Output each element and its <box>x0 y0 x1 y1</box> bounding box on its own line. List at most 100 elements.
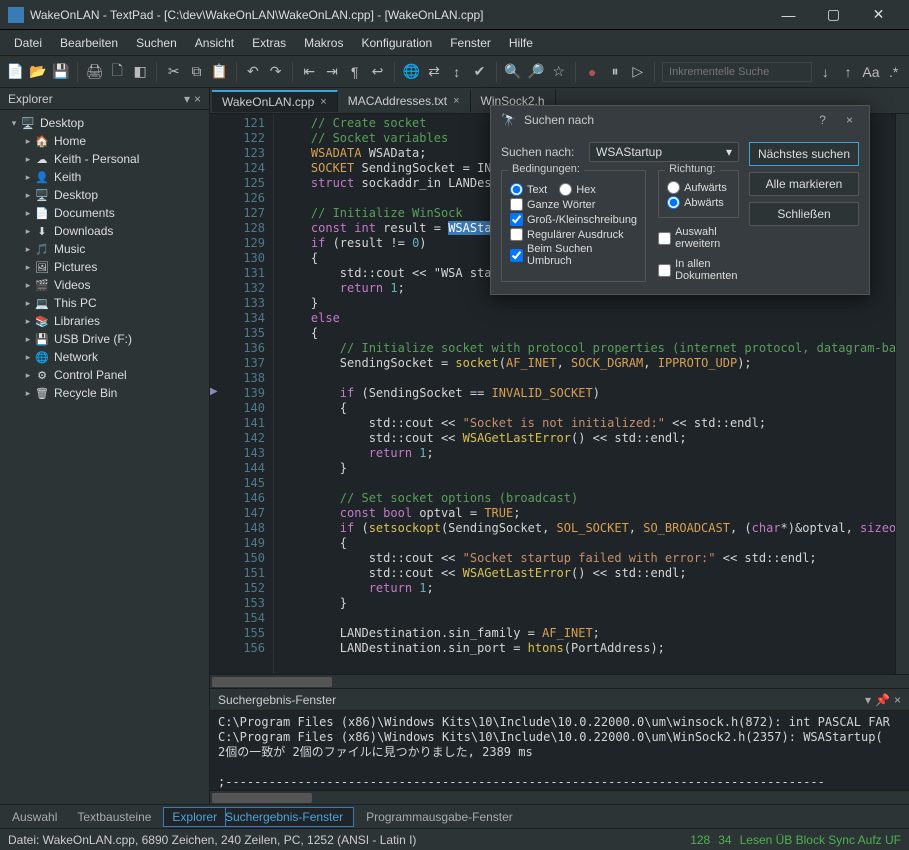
find-dialog: 🔭 Suchen nach ? × Suchen nach: WSAStartu… <box>490 105 870 295</box>
tree-item[interactable]: ▸🏠Home <box>0 132 209 150</box>
tab-wakeonlan[interactable]: WakeOnLAN.cpp × <box>212 90 338 112</box>
globe-icon[interactable]: 🌐 <box>402 61 421 83</box>
spell-icon[interactable]: ✔ <box>470 61 489 83</box>
menu-extras[interactable]: Extras <box>244 36 294 50</box>
explorer-menu-icon[interactable]: ▾ <box>184 92 190 106</box>
check-extend[interactable]: Auswahl erweitern <box>658 226 739 250</box>
tree-item[interactable]: ▸💾USB Drive (F:) <box>0 330 209 348</box>
menu-konfiguration[interactable]: Konfiguration <box>353 36 440 50</box>
case-toggle[interactable]: Aa <box>862 61 881 83</box>
dropdown-icon[interactable]: ▾ <box>726 145 732 159</box>
explorer-close-icon[interactable]: × <box>194 92 201 106</box>
menu-ansicht[interactable]: Ansicht <box>187 36 242 50</box>
toggle-icon[interactable]: ◧ <box>131 61 150 83</box>
incremental-search-input[interactable] <box>662 62 812 82</box>
check-case[interactable]: Groß-/Kleinschreibung <box>510 213 637 226</box>
window-close[interactable]: ✕ <box>856 1 901 29</box>
line-gutter: 121 122 123 124 125 126 127 128 129 130 … <box>224 114 274 674</box>
tree-item[interactable]: ▸💻This PC <box>0 294 209 312</box>
btab-textbausteine[interactable]: Textbausteine <box>69 808 159 826</box>
tab-label: MACAddresses.txt <box>348 94 447 108</box>
redo-icon[interactable]: ↷ <box>266 61 285 83</box>
status-indicators: Lesen ÜB Block Sync Aufz UF <box>740 833 901 847</box>
print-icon[interactable]: 🖨 <box>85 61 104 83</box>
btab-auswahl[interactable]: Auswahl <box>4 808 65 826</box>
tree-item[interactable]: ▸👤Keith <box>0 168 209 186</box>
radio-text[interactable]: Text <box>510 183 547 196</box>
tree-item[interactable]: ▸⚙Control Panel <box>0 366 209 384</box>
search-icon[interactable]: 🔍 <box>504 61 523 83</box>
tree-item[interactable]: ▸⬇Downloads <box>0 222 209 240</box>
menu-hilfe[interactable]: Hilfe <box>501 36 541 50</box>
indent-right-icon[interactable]: ⇥ <box>323 61 342 83</box>
copy-icon[interactable]: ⧉ <box>187 61 206 83</box>
explorer-tree[interactable]: ▾🖥️Desktop▸🏠Home▸☁Keith - Personal▸👤Keit… <box>0 110 209 828</box>
menu-bearbeiten[interactable]: Bearbeiten <box>52 36 126 50</box>
tree-item[interactable]: ▸🗑Recycle Bin <box>0 384 209 402</box>
tree-item[interactable]: ▸📚Libraries <box>0 312 209 330</box>
find-next-button[interactable]: Nächstes suchen <box>749 142 859 166</box>
menu-datei[interactable]: Datei <box>6 36 50 50</box>
check-regex[interactable]: Regulärer Ausdruck <box>510 228 637 241</box>
results-tab-output[interactable]: Programmausgabe-Fenster <box>356 808 523 826</box>
window-minimize[interactable]: — <box>766 1 811 29</box>
results-h-scroll[interactable] <box>210 790 909 804</box>
check-wrap[interactable]: Beim Suchen Umbruch <box>510 243 637 267</box>
dialog-close-icon[interactable]: × <box>840 113 859 127</box>
pilcrow-icon[interactable]: ¶ <box>345 61 364 83</box>
tree-item[interactable]: ▸🎬Videos <box>0 276 209 294</box>
tab-macaddresses[interactable]: MACAddresses.txt × <box>338 90 471 112</box>
mark-all-button[interactable]: Alle markieren <box>749 172 859 196</box>
btab-explorer[interactable]: Explorer <box>163 807 226 827</box>
radio-down[interactable]: Abwärts <box>667 196 730 209</box>
undo-icon[interactable]: ↶ <box>243 61 262 83</box>
indent-left-icon[interactable]: ⇤ <box>300 61 319 83</box>
cut-icon[interactable]: ✂ <box>164 61 183 83</box>
bookmark-icon[interactable]: ☆ <box>549 61 568 83</box>
check-alldocs[interactable]: In allen Dokumenten <box>658 258 739 282</box>
play-icon[interactable]: ▷ <box>628 61 647 83</box>
preview-icon[interactable]: 🗋 <box>108 61 127 83</box>
search-down-icon[interactable]: ↓ <box>816 61 835 83</box>
paste-icon[interactable]: 📋 <box>210 61 229 83</box>
window-title: WakeOnLAN - TextPad - [C:\dev\WakeOnLAN\… <box>30 8 766 22</box>
regex-toggle-icon[interactable]: .* <box>884 61 903 83</box>
results-pin-icon[interactable]: 📌 <box>875 693 890 707</box>
menu-fenster[interactable]: Fenster <box>442 36 499 50</box>
find-next-icon[interactable]: 🔎 <box>526 61 545 83</box>
record-icon[interactable]: ● <box>583 61 602 83</box>
tree-item[interactable]: ▸🎵Music <box>0 240 209 258</box>
tree-item[interactable]: ▸📄Documents <box>0 204 209 222</box>
results-body[interactable]: C:\Program Files (x86)\Windows Kits\10\I… <box>210 711 909 790</box>
dialog-help-icon[interactable]: ? <box>813 113 832 127</box>
results-tab-search[interactable]: Suchergebnis-Fenster <box>214 807 354 827</box>
close-button[interactable]: Schließen <box>749 202 859 226</box>
menu-makros[interactable]: Makros <box>296 36 351 50</box>
search-up-icon[interactable]: ↑ <box>839 61 858 83</box>
vertical-scrollbar[interactable] <box>895 114 909 674</box>
tab-close-icon[interactable]: × <box>320 96 326 108</box>
wrap-icon[interactable]: ↩ <box>368 61 387 83</box>
tree-item[interactable]: ▸🌐Network <box>0 348 209 366</box>
sort-icon[interactable]: ↕ <box>447 61 466 83</box>
search-text-combo[interactable]: WSAStartup ▾ <box>589 142 739 162</box>
tree-item[interactable]: ▸🖼Pictures <box>0 258 209 276</box>
radio-up[interactable]: Aufwärts <box>667 181 730 194</box>
open-file-icon[interactable]: 📂 <box>29 61 48 83</box>
menu-suchen[interactable]: Suchen <box>128 36 185 50</box>
window-maximize[interactable]: ▢ <box>811 1 856 29</box>
results-menu-icon[interactable]: ▾ <box>865 693 871 707</box>
results-close-icon[interactable]: × <box>894 693 901 707</box>
save-icon[interactable]: 💾 <box>52 61 71 83</box>
status-file: Datei: WakeOnLAN.cpp, 6890 Zeichen, 240 … <box>8 833 416 847</box>
compare-icon[interactable]: ⇄ <box>425 61 444 83</box>
radio-hex[interactable]: Hex <box>559 183 596 196</box>
new-file-icon[interactable]: 📄 <box>6 61 25 83</box>
tree-item[interactable]: ▸🖥️Desktop <box>0 186 209 204</box>
tab-close-icon[interactable]: × <box>453 95 459 107</box>
check-whole-words[interactable]: Ganze Wörter <box>510 198 637 211</box>
tree-item[interactable]: ▸☁Keith - Personal <box>0 150 209 168</box>
tree-item[interactable]: ▾🖥️Desktop <box>0 114 209 132</box>
pause-icon[interactable]: ⏸ <box>606 61 625 83</box>
horizontal-scrollbar[interactable] <box>210 674 909 688</box>
